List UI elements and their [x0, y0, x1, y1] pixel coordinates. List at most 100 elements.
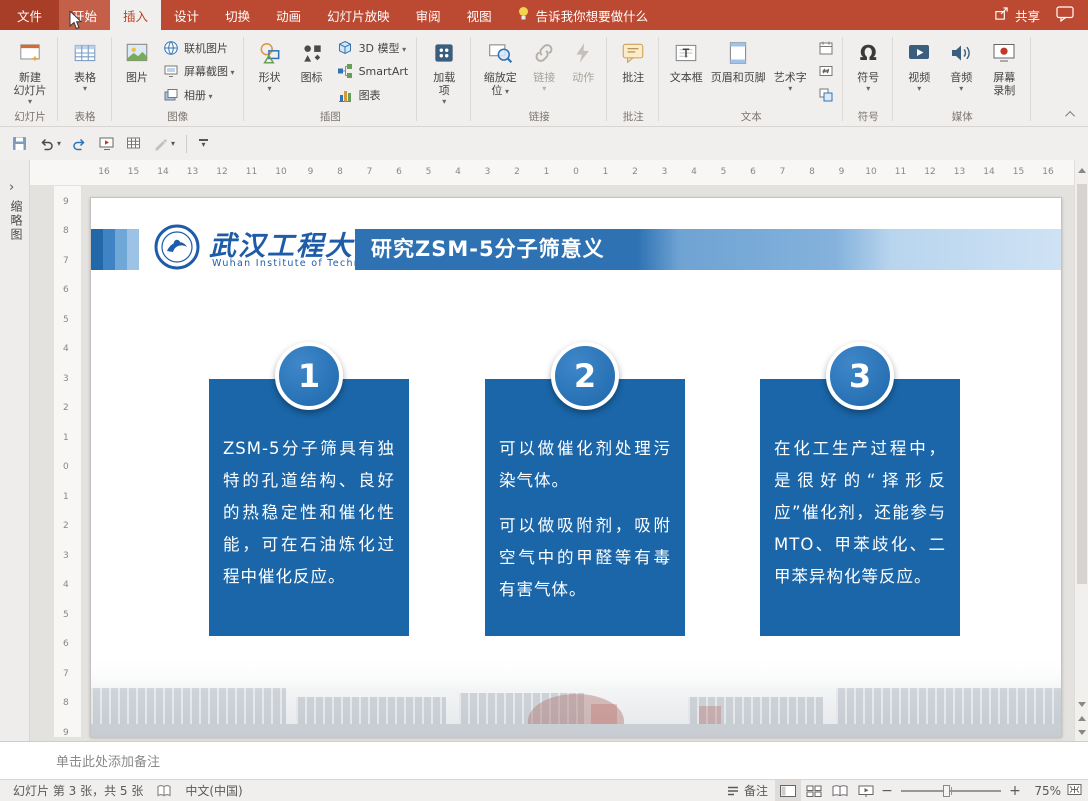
normal-view-button[interactable] [775, 780, 801, 801]
share-button[interactable]: 共享 [994, 6, 1040, 25]
tab-view[interactable]: 视图 [454, 0, 505, 30]
new-slide-label: 新建 幻灯片 [14, 71, 47, 107]
tab-design-label: 设计 [174, 8, 200, 24]
slide-sorter-view-button[interactable] [801, 780, 827, 801]
slide-canvas[interactable]: 武汉工程大学 Wuhan Institute of Technology 研究Z… [90, 197, 1062, 737]
collapse-ribbon-button[interactable] [1064, 108, 1078, 121]
comments-pane-button[interactable] [1056, 5, 1074, 25]
tab-design[interactable]: 设计 [161, 0, 212, 30]
tab-home[interactable]: 开始 [59, 0, 111, 30]
table-button[interactable]: 表格 [63, 33, 107, 111]
tab-transitions[interactable]: 切换 [212, 0, 263, 30]
slide-title-band[interactable]: 研究ZSM-5分子筛意义 [355, 229, 1061, 270]
vertical-scrollbar[interactable] [1074, 160, 1088, 741]
zoom-in-button[interactable]: + [1007, 783, 1023, 799]
ruler-number: 2 [63, 403, 69, 413]
insert-table-quick-button[interactable] [122, 133, 145, 154]
save-button[interactable] [8, 133, 31, 154]
group-label-text: 文本 [740, 111, 762, 123]
chart-button[interactable]: 图表 [333, 84, 413, 105]
zoom-percentage[interactable]: 75% [1023, 784, 1061, 798]
zoom-positioning-label: 缩放定 位 [484, 71, 517, 97]
icons-button[interactable]: 图标 [292, 33, 332, 111]
link-label: 链接 [533, 71, 555, 94]
ruler-number: 1 [602, 167, 609, 177]
ruler-number: 4 [691, 167, 697, 177]
spell-check-button[interactable] [150, 780, 178, 801]
content-box-1[interactable]: 1 ZSM-5分子筛具有独特的孔道结构、良好的热稳定性和催化性能，可在石油炼化过… [209, 342, 409, 636]
zoom-slider-thumb[interactable] [943, 784, 950, 797]
picture-icon [124, 38, 150, 68]
slide-title: 研究ZSM-5分子筛意义 [371, 237, 605, 261]
slide-indicator[interactable]: 幻灯片 第 3 张，共 5 张 [6, 780, 150, 801]
next-slide-button[interactable] [1077, 730, 1086, 735]
link-button[interactable]: 链接 [525, 33, 563, 111]
comment-button[interactable]: 批注 [612, 33, 654, 111]
online-pictures-button[interactable]: 联机图片 [158, 37, 239, 58]
screenshot-button[interactable]: 屏幕截图 [158, 61, 239, 82]
text-box-label: 文本框 [669, 71, 703, 84]
tab-review[interactable]: 审阅 [403, 0, 454, 30]
action-button[interactable]: 动作 [564, 33, 602, 111]
ruler-number: 3 [484, 167, 491, 177]
symbol-button[interactable]: Ω 符号 [848, 33, 888, 111]
expand-thumbnails-chevron-icon[interactable]: › [9, 180, 14, 195]
shapes-button[interactable]: 形状 [249, 33, 291, 111]
video-button[interactable]: 视频 [898, 33, 940, 111]
insert-date-time-button[interactable] [813, 37, 838, 58]
photo-album-button[interactable]: 相册 [158, 84, 239, 105]
insert-slide-number-button[interactable] [813, 61, 838, 82]
thumbnail-pane-label[interactable]: 缩略图 [8, 200, 25, 242]
start-from-beginning-button[interactable] [95, 133, 118, 154]
fit-to-window-button[interactable] [1067, 783, 1082, 799]
notes-pane[interactable]: 单击此处添加备注 [0, 741, 1088, 779]
wordart-button[interactable]: 艺术字 [768, 33, 812, 111]
chevron-up-icon [1064, 110, 1075, 121]
scroll-down-arrow-icon[interactable] [1077, 702, 1086, 707]
tab-slideshow[interactable]: 幻灯片放映 [314, 0, 403, 30]
scroll-up-arrow-icon[interactable] [1077, 168, 1086, 173]
notes-lines-icon [727, 786, 738, 795]
slideshow-view-button[interactable] [853, 780, 879, 801]
undo-button[interactable]: ▾ [35, 133, 64, 154]
comment-icon [620, 38, 646, 68]
screen-recording-button[interactable]: 屏幕 录制 [982, 33, 1026, 111]
status-bar: 幻灯片 第 3 张，共 5 张 中文(中国) 备注 − + 75% [0, 779, 1088, 801]
tell-me-box[interactable]: 告诉我你想要做什么 [505, 0, 661, 30]
text-box-button[interactable]: 文本框 [664, 33, 708, 111]
reading-view-button[interactable] [827, 780, 853, 801]
audio-label: 音频 [950, 71, 972, 94]
addins-button[interactable]: 加载 项 [422, 33, 466, 111]
box-2-text-1: 可以做催化剂处理污染气体。 [499, 439, 671, 490]
zoom-positioning-button[interactable]: 缩放定 位 [476, 33, 524, 111]
new-slide-button[interactable]: 新建 幻灯片 [7, 33, 53, 111]
content-box-2[interactable]: 2 可以做催化剂处理污染气体。 可以做吸附剂，吸附空气中的甲醛等有毒有害气体。 [485, 342, 685, 636]
language-indicator[interactable]: 中文(中国) [178, 780, 249, 801]
smartart-button[interactable]: SmartArt [333, 61, 413, 82]
redo-button[interactable] [68, 133, 91, 154]
tab-file[interactable]: 文件 [0, 0, 60, 30]
zoom-slider[interactable] [901, 784, 1001, 797]
ribbon-group-links: 缩放定 位 链接 动作 链接 [471, 31, 608, 126]
ruler-number: 4 [63, 580, 69, 590]
audio-button[interactable]: 音频 [941, 33, 981, 111]
screenshot-icon [162, 63, 179, 80]
ruler-number: 4 [63, 344, 69, 354]
previous-slide-button[interactable] [1077, 716, 1086, 721]
pictures-button[interactable]: 图片 [117, 33, 157, 111]
format-painter-button[interactable]: ▾ [149, 133, 178, 154]
scrollbar-thumb[interactable] [1077, 184, 1087, 584]
tab-insert[interactable]: 插入 [110, 0, 162, 30]
tell-me-label: 告诉我你想要做什么 [535, 8, 649, 24]
zoom-out-button[interactable]: − [879, 783, 895, 799]
header-footer-button[interactable]: 页眉和页脚 [709, 33, 767, 111]
insert-object-button[interactable] [813, 84, 838, 105]
tab-animations[interactable]: 动画 [263, 0, 314, 30]
notes-toggle-button[interactable]: 备注 [720, 780, 775, 801]
header-footer-label: 页眉和页脚 [710, 71, 766, 84]
customize-quick-access-button[interactable]: ▾ [195, 137, 212, 149]
content-box-3[interactable]: 3 在化工生产过程中，是很好的“择形反应”催化剂，还能参与MTO、甲苯歧化、二甲… [760, 342, 960, 636]
3d-models-button[interactable]: 3D 模型 [333, 37, 413, 58]
tab-insert-label: 插入 [123, 8, 149, 24]
link-icon [531, 38, 557, 68]
